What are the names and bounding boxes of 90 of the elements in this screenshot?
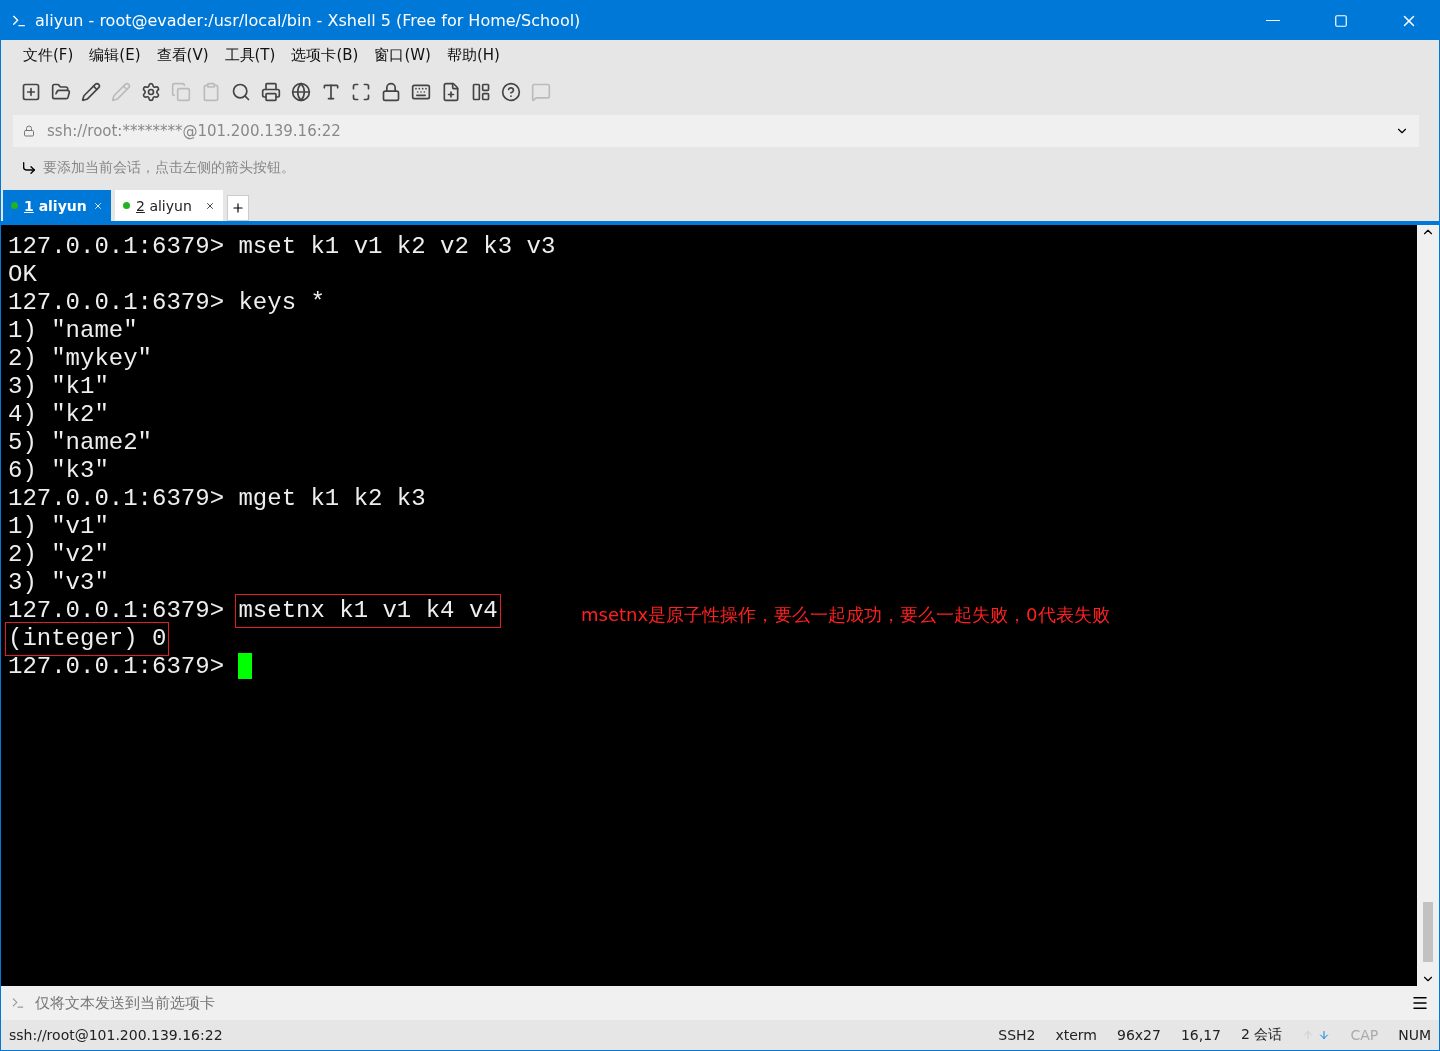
send-bar[interactable]: 仅将文本发送到当前选项卡 bbox=[1, 986, 1439, 1020]
menu-item[interactable]: 文件(F) bbox=[23, 46, 74, 65]
status-dot bbox=[11, 202, 18, 209]
new-session-button[interactable] bbox=[21, 82, 41, 102]
scroll-thumb[interactable] bbox=[1423, 902, 1433, 962]
terminal-text: 4) "k2" bbox=[8, 401, 109, 429]
terminal-text: 2) "mykey" bbox=[8, 345, 153, 373]
terminal-prompt: 127.0.0.1:6379> bbox=[8, 233, 226, 261]
keyboard-button[interactable] bbox=[411, 82, 431, 102]
menu-item[interactable]: 选项卡(B) bbox=[291, 46, 359, 65]
fullscreen-icon bbox=[351, 82, 371, 102]
copy-icon bbox=[171, 82, 191, 102]
status-text: 2 会话 bbox=[1241, 1026, 1283, 1044]
lock-button[interactable] bbox=[381, 82, 401, 102]
search-button[interactable] bbox=[231, 82, 251, 102]
maximize-icon bbox=[1334, 13, 1348, 28]
globe-icon bbox=[291, 82, 311, 102]
download-icon bbox=[1318, 1029, 1331, 1041]
terminal-prompt: 127.0.0.1:6379> bbox=[8, 485, 226, 513]
terminal-text: keys * bbox=[238, 289, 325, 317]
arrow-icon bbox=[21, 160, 37, 176]
terminal-text: mget k1 k2 k3 bbox=[238, 485, 426, 513]
terminal-text: 5) "name2" bbox=[8, 429, 153, 457]
settings-button[interactable] bbox=[141, 82, 161, 102]
minimize-icon bbox=[1266, 20, 1280, 21]
chat-icon bbox=[531, 82, 551, 102]
help-icon bbox=[501, 82, 521, 102]
plus-icon bbox=[231, 201, 245, 215]
new-session-icon bbox=[21, 82, 41, 102]
status-text: SSH2 bbox=[998, 1027, 1036, 1043]
settings-icon bbox=[141, 82, 161, 102]
terminal-prompt: 127.0.0.1:6379> bbox=[8, 289, 226, 317]
close-icon bbox=[205, 200, 215, 211]
terminal-text: mset k1 v1 k2 v2 k3 v3 bbox=[238, 233, 556, 261]
send-field[interactable]: 仅将文本发送到当前选项卡 bbox=[33, 993, 1403, 1013]
add-file-icon bbox=[441, 82, 461, 102]
font-icon bbox=[321, 82, 341, 102]
menu-item[interactable]: 查看(V) bbox=[156, 46, 209, 65]
add-tab-button[interactable] bbox=[227, 195, 249, 221]
terminal-text: 1) "v1" bbox=[8, 513, 109, 541]
status-text: 96x27 bbox=[1117, 1027, 1161, 1043]
menu-item[interactable]: 编辑(E) bbox=[89, 46, 141, 65]
add-file-button[interactable] bbox=[441, 82, 461, 102]
terminal-text: 3) "k1" bbox=[8, 373, 109, 401]
pencil-icon bbox=[81, 82, 101, 102]
status-text: 16,17 bbox=[1180, 1027, 1222, 1043]
terminal-text: OK bbox=[8, 261, 37, 289]
menu-item[interactable]: 窗口(W) bbox=[374, 46, 431, 65]
printer-button[interactable] bbox=[261, 82, 281, 102]
clipboard-icon bbox=[201, 82, 221, 102]
num-indicator: NUM bbox=[1398, 1027, 1431, 1043]
highlight-box: (integer) 0 bbox=[8, 625, 167, 653]
clipboard-button[interactable] bbox=[201, 82, 221, 102]
menu-icon bbox=[1411, 994, 1429, 1012]
status-dot bbox=[123, 202, 130, 209]
terminal-prompt: 127.0.0.1:6379> bbox=[8, 653, 226, 681]
globe-button[interactable] bbox=[291, 82, 311, 102]
hint-text: 要添加当前会话，点击左侧的箭头按钮。 bbox=[43, 159, 295, 177]
menu-item[interactable]: 帮助(H) bbox=[446, 46, 500, 65]
window-title: aliyun - root@evader:/usr/local/bin - Xshell 5 (Free for Home/School) bbox=[35, 11, 582, 30]
terminal-prompt: 127.0.0.1:6379> bbox=[8, 597, 226, 625]
fullscreen-button[interactable] bbox=[351, 82, 371, 102]
highlight-box: msetnx k1 v1 k4 v4 bbox=[238, 597, 498, 625]
layout-icon bbox=[471, 82, 491, 102]
session-tab[interactable]: 1 aliyun bbox=[3, 190, 111, 221]
lock-icon bbox=[23, 125, 35, 137]
folder-icon bbox=[51, 82, 71, 102]
folder-button[interactable] bbox=[51, 82, 71, 102]
annotation-text: msetnx是原子性操作，要么一起成功，要么一起失败，0代表失败 bbox=[581, 603, 1110, 627]
pencil-icon bbox=[111, 82, 131, 102]
caps-indicator: CAP bbox=[1350, 1027, 1379, 1043]
status-text: xterm bbox=[1055, 1027, 1097, 1043]
layout-button[interactable] bbox=[471, 82, 491, 102]
status-text: ssh://root@101.200.139.16:22 bbox=[9, 1027, 223, 1043]
terminal-icon bbox=[11, 996, 25, 1010]
terminal-text: 1) "name" bbox=[8, 317, 138, 345]
search-icon bbox=[231, 82, 251, 102]
font-button[interactable] bbox=[321, 82, 341, 102]
printer-icon bbox=[261, 82, 281, 102]
terminal-text: 6) "k3" bbox=[8, 457, 109, 485]
session-tab[interactable]: 2 aliyun bbox=[115, 190, 223, 221]
menu-item[interactable]: 工具(T) bbox=[224, 46, 276, 65]
terminal-text: 3) "v3" bbox=[8, 569, 109, 597]
help-button[interactable] bbox=[501, 82, 521, 102]
terminal-text: 2) "v2" bbox=[8, 541, 109, 569]
lock-icon bbox=[381, 82, 401, 102]
pencil-button[interactable] bbox=[81, 82, 101, 102]
keyboard-icon bbox=[411, 82, 431, 102]
close-icon bbox=[93, 200, 103, 211]
scrollbar[interactable] bbox=[1417, 225, 1439, 986]
